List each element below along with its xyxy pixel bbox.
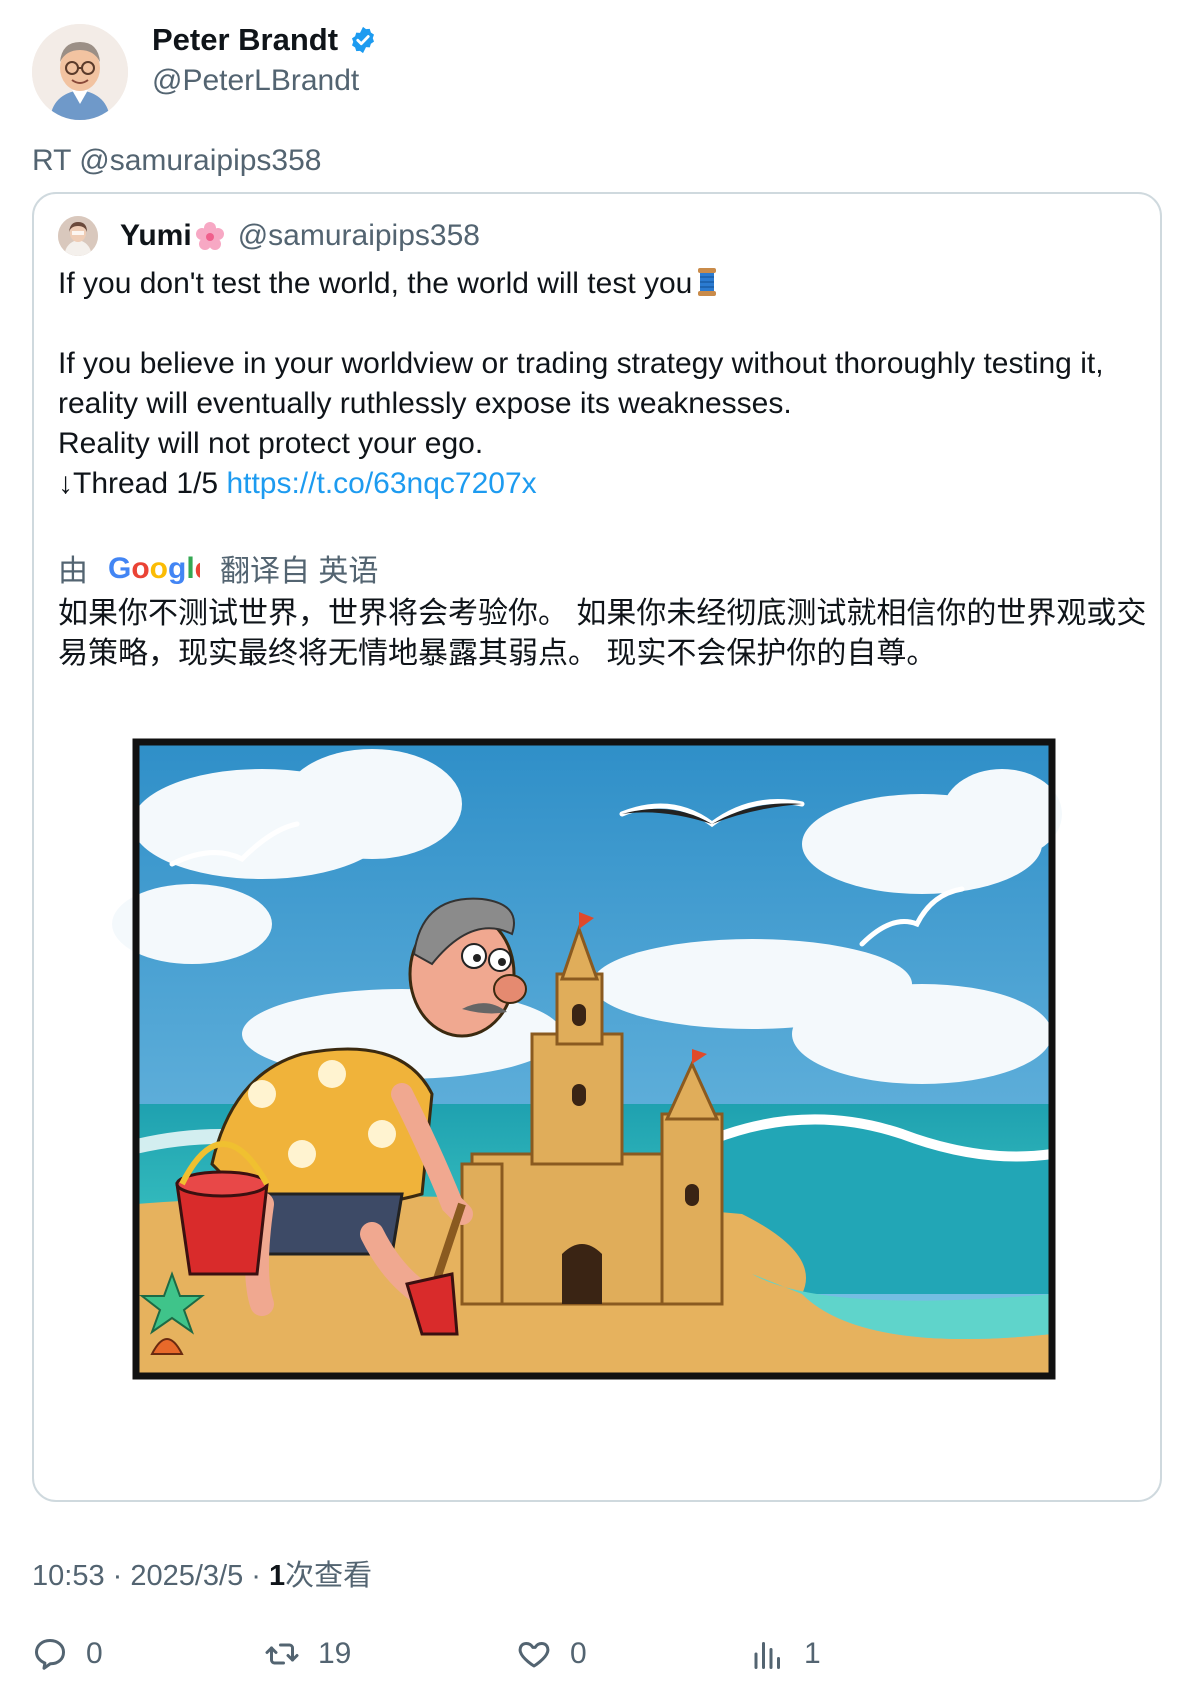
action-bar: 0 19 0 1 — [32, 1636, 1132, 1686]
like-count: 0 — [570, 1637, 587, 1670]
views-chart-icon — [754, 1642, 780, 1669]
views-button[interactable]: 1 — [750, 1636, 821, 1672]
heart-icon — [518, 1642, 550, 1668]
author-display-name[interactable]: Peter Brandt — [152, 22, 338, 58]
views-count: 1 — [269, 1560, 286, 1592]
tweet-link[interactable]: https://t.co/63nqc7207x — [226, 467, 536, 500]
thread-indicator: ↓Thread 1/5 — [58, 467, 227, 500]
quoted-avatar[interactable] — [58, 216, 98, 256]
quoted-display-name[interactable]: Yumi — [120, 219, 192, 253]
timestamp[interactable]: 10:53 · 2025/3/5 · — [32, 1560, 269, 1592]
translate-by-label: 由 — [58, 555, 88, 588]
views-count-action: 1 — [804, 1637, 821, 1670]
google-logo: Google — [108, 552, 200, 585]
quoted-line-3: Reality will not protect your ego. — [58, 427, 484, 460]
quoted-text: If you don't test the world, the world w… — [58, 264, 1148, 504]
reply-button[interactable]: 0 — [32, 1636, 103, 1672]
retweet-button[interactable]: 19 — [264, 1636, 351, 1672]
reply-count: 0 — [86, 1637, 103, 1670]
retweet-label: RT @samuraipips358 — [32, 144, 322, 177]
translation-attribution[interactable]: 由 Google 翻译自 英语 — [58, 546, 378, 590]
quoted-line-1-text: If you don't test the world, the world w… — [58, 267, 693, 300]
author-name-row: Peter Brandt — [152, 22, 378, 58]
spool-of-thread-icon — [696, 267, 718, 297]
translated-text: 如果你不测试世界，世界将会考验你。 如果你未经彻底测试就相信你的世界观或交易策略… — [58, 597, 1147, 670]
verified-badge-icon — [348, 25, 378, 55]
views-label: 次查看 — [285, 1560, 373, 1592]
cherry-blossom-icon — [194, 220, 226, 252]
tweet-image[interactable] — [102, 734, 1092, 1424]
quoted-line-1: If you don't test the world, the world w… — [58, 264, 1148, 304]
author-avatar-image — [32, 24, 128, 120]
quoted-line-2: If you believe in your worldview or trad… — [58, 347, 1104, 420]
tweet-meta: 10:53 · 2025/3/5 · 1次查看 — [32, 1552, 372, 1594]
author-avatar[interactable] — [32, 24, 128, 120]
quoted-handle[interactable]: @samuraipips358 — [238, 219, 480, 253]
quoted-tweet-card[interactable]: Yumi @samuraipips358 If you don't test t… — [32, 192, 1162, 1502]
retweet-count: 19 — [318, 1637, 352, 1670]
like-button[interactable]: 0 — [516, 1636, 587, 1672]
quoted-header: Yumi @samuraipips358 — [58, 216, 480, 256]
svg-text:Google: Google — [108, 552, 200, 585]
quoted-avatar-image — [58, 216, 98, 256]
translate-from-label: 翻译自 英语 — [220, 555, 379, 588]
retweet-icon — [265, 1643, 299, 1665]
quoted-line-4: ↓Thread 1/5 https://t.co/63nqc7207x — [58, 464, 1148, 504]
author-handle[interactable]: @PeterLBrandt — [152, 64, 359, 98]
reply-icon — [35, 1639, 65, 1670]
